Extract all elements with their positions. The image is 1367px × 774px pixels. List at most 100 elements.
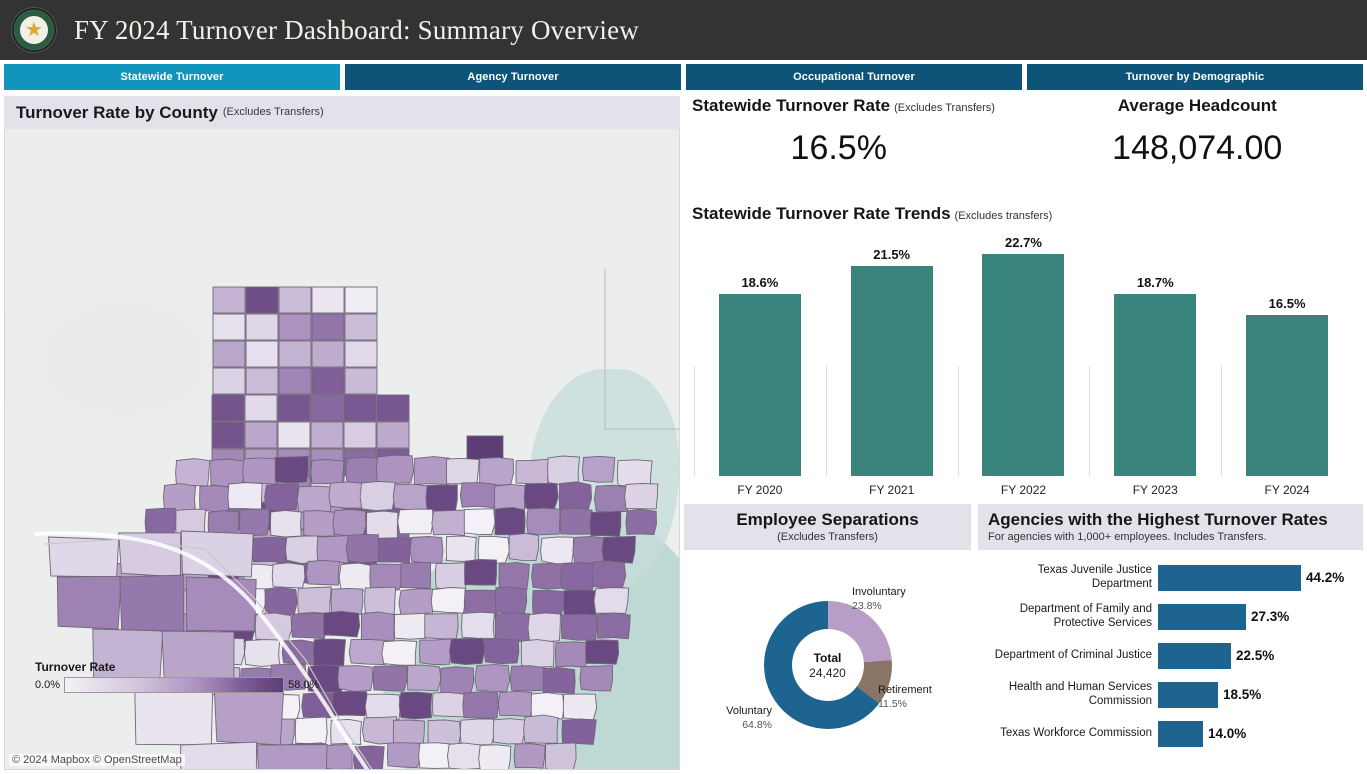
county-cell[interactable] xyxy=(601,535,636,564)
county-cell[interactable] xyxy=(509,665,547,692)
county-cell[interactable] xyxy=(239,508,270,537)
county-cell[interactable] xyxy=(375,454,414,485)
county-cell[interactable] xyxy=(311,367,345,395)
county-cell[interactable] xyxy=(185,576,257,632)
county-cell[interactable] xyxy=(372,665,408,692)
county-cell[interactable] xyxy=(547,455,580,486)
county-cell[interactable] xyxy=(397,508,434,535)
county-cell[interactable] xyxy=(425,484,458,514)
county-cell[interactable] xyxy=(175,458,211,487)
county-cell[interactable] xyxy=(478,744,512,770)
county-cell[interactable] xyxy=(398,588,435,618)
county-cell[interactable] xyxy=(134,684,214,746)
agency-bar[interactable] xyxy=(1158,642,1231,669)
county-cell[interactable] xyxy=(331,690,369,717)
county-cell[interactable] xyxy=(264,483,299,512)
county-cell[interactable] xyxy=(508,532,540,562)
county-cell[interactable] xyxy=(211,394,245,422)
county-cell[interactable] xyxy=(337,665,374,692)
county-cell[interactable] xyxy=(459,718,496,746)
county-cell[interactable] xyxy=(523,714,559,744)
county-cell[interactable] xyxy=(591,560,627,589)
county-cell[interactable] xyxy=(245,340,279,368)
county-cell[interactable] xyxy=(431,691,466,718)
county-cell[interactable] xyxy=(495,586,528,615)
county-cell[interactable] xyxy=(369,563,404,592)
county-cell[interactable] xyxy=(445,535,477,562)
county-cell[interactable] xyxy=(212,367,246,395)
county-cell[interactable] xyxy=(559,507,593,535)
agency-row[interactable]: Department of Family and Protective Serv… xyxy=(980,597,1359,636)
county-cell[interactable] xyxy=(180,741,258,770)
county-cell[interactable] xyxy=(377,537,412,564)
county-cell[interactable] xyxy=(449,637,485,665)
county-cell[interactable] xyxy=(291,612,327,640)
county-cell[interactable] xyxy=(462,691,499,719)
tab-agency-turnover[interactable]: Agency Turnover xyxy=(345,64,681,90)
agency-row[interactable]: Department of Criminal Justice 22.5% xyxy=(980,636,1359,675)
county-cell[interactable] xyxy=(360,611,395,641)
separations-donut-chart[interactable]: Total 24,420 Involuntary 23.8% Retiremen… xyxy=(684,550,971,772)
county-cell[interactable] xyxy=(210,458,245,488)
county-cell[interactable] xyxy=(278,313,312,341)
county-cell[interactable] xyxy=(328,481,363,509)
county-cell[interactable] xyxy=(596,612,631,640)
county-cell[interactable] xyxy=(274,455,309,484)
county-cell[interactable] xyxy=(256,744,328,771)
county-cell[interactable] xyxy=(199,485,231,513)
county-cell[interactable] xyxy=(461,611,495,639)
county-cell[interactable] xyxy=(581,455,616,483)
county-cell[interactable] xyxy=(119,574,185,632)
county-cell[interactable] xyxy=(278,286,312,314)
county-cell[interactable] xyxy=(560,613,598,641)
county-cell[interactable] xyxy=(398,691,433,720)
county-cell[interactable] xyxy=(494,506,526,536)
county-cell[interactable] xyxy=(474,664,511,693)
county-cell[interactable] xyxy=(212,340,246,368)
county-cell[interactable] xyxy=(498,561,530,591)
county-cell[interactable] xyxy=(625,508,657,535)
county-cell[interactable] xyxy=(527,612,561,643)
tab-turnover-by-demographic[interactable]: Turnover by Demographic xyxy=(1027,64,1363,90)
county-cell[interactable] xyxy=(559,561,595,592)
county-cell[interactable] xyxy=(409,536,444,564)
county-cell[interactable] xyxy=(558,481,593,511)
trend-bar-slot[interactable]: 21.5% xyxy=(825,232,958,476)
county-cell[interactable] xyxy=(311,340,345,368)
county-cell[interactable] xyxy=(419,638,453,666)
county-cell[interactable] xyxy=(285,535,320,564)
trend-bar[interactable] xyxy=(850,266,933,476)
county-cell[interactable] xyxy=(526,507,561,536)
county-cell[interactable] xyxy=(542,667,576,695)
county-cell[interactable] xyxy=(332,508,367,537)
county-cell[interactable] xyxy=(271,562,306,589)
agency-bar[interactable] xyxy=(1158,564,1301,591)
county-cell[interactable] xyxy=(459,482,497,509)
county-cell[interactable] xyxy=(212,313,246,341)
county-cell[interactable] xyxy=(530,692,565,720)
county-cell[interactable] xyxy=(413,456,450,486)
county-cell[interactable] xyxy=(497,690,533,718)
county-cell[interactable] xyxy=(316,535,350,564)
county-cell[interactable] xyxy=(212,286,246,314)
county-cell[interactable] xyxy=(593,587,630,614)
county-cell[interactable] xyxy=(344,286,378,314)
county-cell[interactable] xyxy=(344,313,378,341)
county-cell[interactable] xyxy=(579,665,613,692)
county-cell[interactable] xyxy=(447,742,483,769)
county-cell[interactable] xyxy=(348,638,387,666)
county-cell[interactable] xyxy=(227,482,263,510)
county-cell[interactable] xyxy=(392,719,425,745)
county-cell[interactable] xyxy=(242,457,279,485)
county-cell[interactable] xyxy=(540,536,574,565)
county-cell[interactable] xyxy=(297,586,332,615)
county-cell[interactable] xyxy=(305,559,340,586)
trend-bar[interactable] xyxy=(1246,314,1329,476)
county-cell[interactable] xyxy=(264,586,298,616)
agency-bar-rows[interactable]: Texas Juvenile Justice Department 44.2% De… xyxy=(978,550,1363,753)
county-cell[interactable] xyxy=(244,394,278,422)
trend-bar-slot[interactable]: 22.7% xyxy=(957,232,1090,476)
trend-bar[interactable] xyxy=(1114,293,1197,476)
county-cell[interactable] xyxy=(445,457,480,485)
county-cell[interactable] xyxy=(392,483,429,511)
